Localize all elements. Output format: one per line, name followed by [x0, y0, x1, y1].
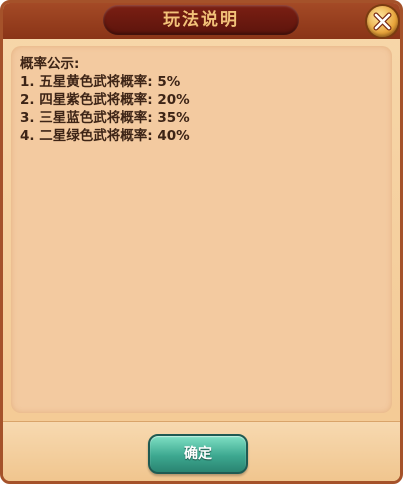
- probability-line-four-star: 2. 四星紫色武将概率: 20%: [20, 92, 190, 108]
- probability-line-two-star: 4. 二星绿色武将概率: 40%: [20, 128, 190, 144]
- confirm-button[interactable]: 确定: [148, 434, 248, 474]
- close-button[interactable]: [367, 6, 398, 37]
- probability-heading: 概率公示:: [20, 56, 80, 72]
- confirm-button-label: 确定: [184, 446, 212, 462]
- dialog-title: 玩法说明: [163, 10, 239, 30]
- game-rules-dialog: 玩法说明 概率公示: 1. 五星黄色武将概率: 5% 2. 四星紫色武将概率: …: [0, 0, 403, 484]
- close-x-icon: [373, 12, 392, 31]
- rules-content-panel: 概率公示: 1. 五星黄色武将概率: 5% 2. 四星紫色武将概率: 20% 3…: [11, 46, 392, 413]
- probability-line-three-star: 3. 三星蓝色武将概率: 35%: [20, 110, 190, 126]
- probability-line-five-star: 1. 五星黄色武将概率: 5%: [20, 74, 181, 90]
